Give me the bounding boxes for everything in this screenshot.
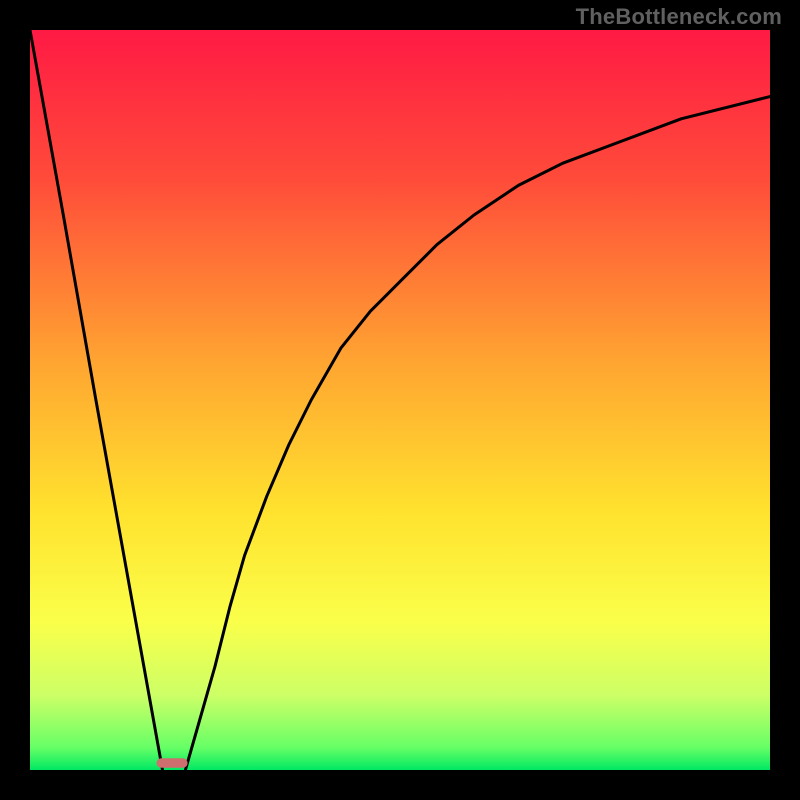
watermark-text: TheBottleneck.com — [576, 4, 782, 30]
bottleneck-chart — [0, 0, 800, 800]
optimum-marker — [157, 758, 188, 768]
chart-frame: TheBottleneck.com — [0, 0, 800, 800]
